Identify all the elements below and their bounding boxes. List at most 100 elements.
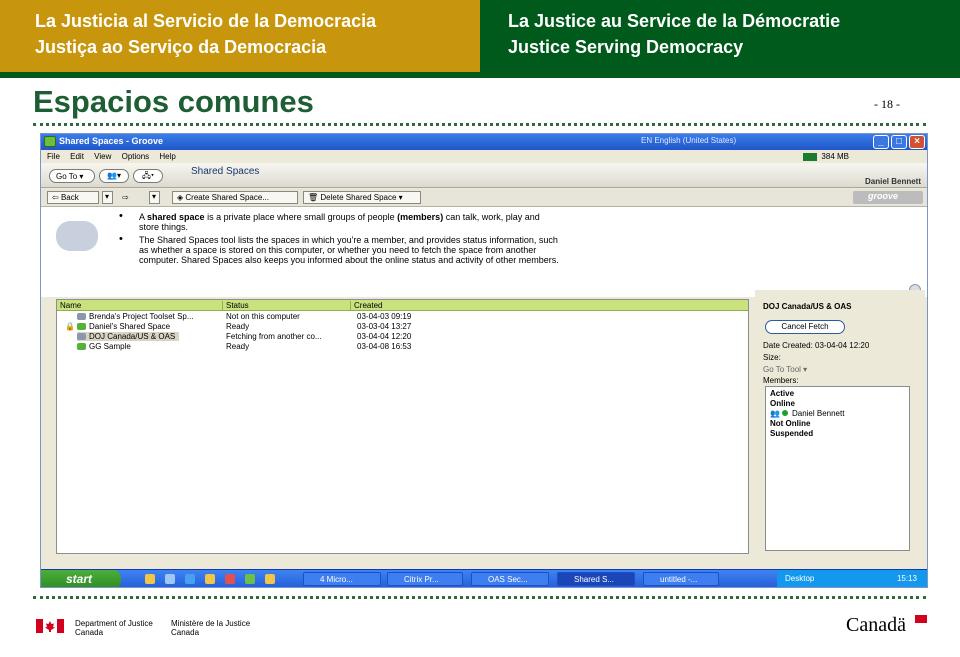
table-row[interactable]: 🔒 Daniel's Shared Space Ready 03-03-04 1… [57,322,748,332]
language-indicator[interactable]: EN English (United States) [641,136,736,145]
windows-taskbar: start 4 Micro... Citrix Pr... OAS Sec...… [41,569,927,587]
network-menu-button[interactable]: 🖧▾ [133,169,163,183]
top-dotted-divider [33,123,926,126]
space-online-icon [77,323,86,331]
dept-fr-line1: Ministère de la Justice [171,619,251,628]
quicklaunch-icon[interactable] [225,574,235,584]
row-created: 03-04-08 16:53 [357,342,412,351]
shared-spaces-icon [56,221,98,251]
desktop-toolbar[interactable]: Desktop [785,574,814,583]
row-status: Not on this computer [226,312,300,321]
memory-indicator: 384 MB [803,152,857,161]
navigation-bar: Go To ▾ 👥▾ 🖧▾ Shared Spaces Daniel Benne… [41,163,927,188]
dept-name-en: Department of Justice Canada [75,619,153,637]
maximize-button[interactable]: □ [891,135,907,149]
minimize-button[interactable]: _ [873,135,889,149]
memory-icon [803,152,818,161]
taskbar-item[interactable]: untitled -... [643,572,719,586]
members-list: Active Online 👥 Daniel Bennett Not Online… [765,386,910,551]
quicklaunch-icon[interactable] [185,574,195,584]
row-status: Ready [226,342,250,351]
menu-bar: File Edit View Options Help 384 MB [41,150,927,163]
space-fetching-icon [77,333,86,341]
row-status: Ready [226,322,250,331]
detail-title: DOJ Canada/US & OAS [763,302,852,311]
info-1-mid: is a private place where small groups of… [204,212,398,222]
dept-fr-line2: Canada [171,628,200,637]
delete-label: Delete Shared Space [320,193,397,202]
info-1-members: (members) [397,212,444,222]
quicklaunch-icon[interactable] [245,574,255,584]
column-created[interactable]: Created [351,301,749,311]
members-suspended-heading: Suspended [770,429,814,438]
table-row[interactable]: Brenda's Project Toolset Sp... Not on th… [57,312,748,322]
window-titlebar: Shared Spaces - Groove EN English (Unite… [41,134,927,150]
taskbar-item-active[interactable]: Shared S... [557,572,635,586]
back-button[interactable]: ⇦ Back [47,191,99,204]
forward-dropdown-button[interactable]: ▾ [149,191,160,204]
info-panel: • A shared space is a private place wher… [41,207,927,297]
column-name[interactable]: Name [57,301,223,311]
members-active-heading: Active [770,389,795,398]
menu-options[interactable]: Options [122,152,150,161]
canada-flag-icon [36,619,64,633]
people-menu-button[interactable]: 👥▾ [99,169,129,183]
row-status: Fetching from another co... [226,332,322,341]
members-online-heading: Online [770,399,795,408]
info-1-term: shared space [147,212,205,222]
members-label: Members: [763,376,799,385]
system-tray: Desktop 15:13 [777,570,927,587]
table-row[interactable]: GG Sample Ready 03-04-08 16:53 [57,342,748,352]
menu-edit[interactable]: Edit [70,152,84,161]
table-row[interactable]: DOJ Canada/US & OAS Fetching from anothe… [57,332,748,342]
lock-icon: 🔒 [65,322,75,331]
header-right-banner: La Justice au Service de la Démocratie J… [480,0,960,72]
window-title: Shared Spaces - Groove [59,136,164,146]
create-shared-space-button[interactable]: ◈ Create Shared Space... [172,191,298,204]
goto-tool-link[interactable]: Go To Tool ▾ [763,365,807,374]
space-detail-panel: DOJ Canada/US & OAS Cancel Fetch Date Cr… [755,290,925,558]
quicklaunch-icon[interactable] [205,574,215,584]
info-1-pre: A [139,212,148,222]
delete-shared-space-button[interactable]: 🗑 Delete Shared Space ▾ [303,191,421,204]
space-online-icon [77,343,86,351]
close-button[interactable]: × [909,135,925,149]
groove-window-screenshot: Shared Spaces - Groove EN English (Unite… [40,133,928,588]
quicklaunch-icon[interactable] [265,574,275,584]
menu-file[interactable]: File [47,152,60,161]
taskbar-item[interactable]: 4 Micro... [303,572,381,586]
goto-button[interactable]: Go To ▾ [49,169,95,183]
row-created: 03-04-04 12:20 [357,332,412,341]
taskbar-item[interactable]: Citrix Pr... [387,572,463,586]
back-dropdown-button[interactable]: ▾ [102,191,113,204]
bullet-icon: • [119,210,123,222]
dept-en-line2: Canada [75,628,104,637]
header-french: La Justice au Service de la Démocratie [508,11,841,31]
row-created: 03-04-03 09:19 [357,312,412,321]
menu-view[interactable]: View [94,152,111,161]
forward-button[interactable]: ⇨ [117,191,147,204]
online-status-icon [781,410,788,416]
start-button[interactable]: start [41,570,121,587]
memory-value: 384 MB [821,152,849,161]
info-paragraph-1: A shared space is a private place where … [139,212,559,232]
active-tab-title: Shared Spaces [191,166,260,177]
bottom-dotted-divider [33,596,926,599]
bullet-icon: • [119,233,123,245]
column-status[interactable]: Status [223,301,351,311]
clock: 15:13 [896,574,917,583]
quicklaunch-icon[interactable] [165,574,175,584]
dept-name-fr: Ministère de la Justice Canada [171,619,250,637]
quicklaunch-icon[interactable] [145,574,155,584]
menu-help[interactable]: Help [159,152,175,161]
page-number: - 18 - [874,97,900,111]
goto-tool-label: Go To Tool [763,365,801,374]
header-divider [0,72,960,78]
space-offline-icon [77,313,86,321]
row-name: GG Sample [89,342,131,351]
taskbar-item[interactable]: OAS Sec... [471,572,549,586]
member-row[interactable]: 👥 Daniel Bennett [770,409,905,419]
cancel-fetch-button[interactable]: Cancel Fetch [765,320,845,334]
header-left-banner: La Justicia al Servicio de la Democracia… [0,0,480,72]
goto-label: Go To [56,172,78,181]
